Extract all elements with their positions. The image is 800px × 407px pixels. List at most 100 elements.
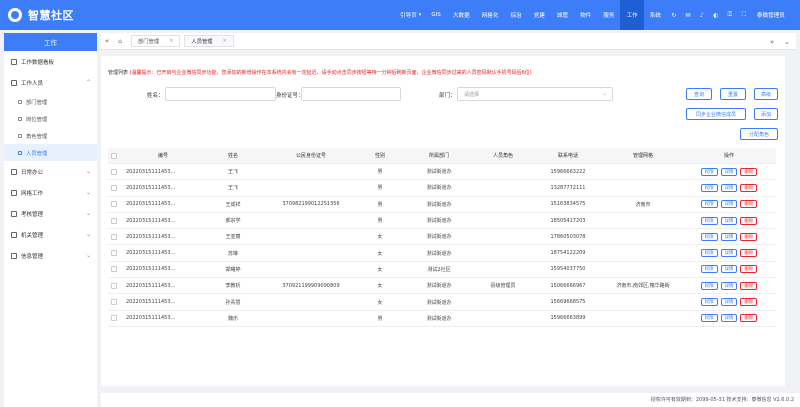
- row-checkbox[interactable]: [108, 201, 120, 208]
- row-checkbox[interactable]: [108, 266, 120, 273]
- permission-button[interactable]: 权限: [700, 232, 718, 241]
- sidebar-item[interactable]: 工作人员 ⌃: [4, 72, 97, 93]
- search-button[interactable]: 查询: [686, 88, 712, 100]
- name-input[interactable]: [165, 87, 276, 101]
- table-row: 20220315111453... 李教析 370921199909090809 女 测…: [108, 278, 776, 295]
- lock-icon[interactable]: ⚿: [723, 0, 737, 30]
- reset-button[interactable]: 重置: [720, 88, 746, 100]
- permission-button[interactable]: 权限: [700, 281, 718, 290]
- delete-button[interactable]: 删除: [740, 200, 758, 209]
- detail-button[interactable]: 详情: [720, 167, 738, 176]
- menu-icon: [11, 252, 17, 259]
- row-checkbox[interactable]: [108, 217, 120, 224]
- table-row: 20220315111453... 郝宗学 男 测试街道办 18505417203 权限详…: [108, 213, 776, 230]
- topnav-item[interactable]: 大数据: [447, 0, 476, 30]
- col-header-sex: 性别: [374, 153, 385, 159]
- row-checkbox[interactable]: [108, 282, 120, 289]
- tabs-menu-icon[interactable]: ⌄: [784, 38, 790, 46]
- permission-button[interactable]: 权限: [700, 216, 718, 225]
- delete-button[interactable]: 删除: [740, 281, 758, 290]
- permission-button[interactable]: 权限: [700, 265, 718, 274]
- fullscreen-icon[interactable]: ⛶: [737, 0, 751, 30]
- cell-dept: 测试街道办: [426, 218, 452, 225]
- detail-button[interactable]: 详情: [720, 183, 738, 192]
- delete-button[interactable]: 删除: [740, 232, 758, 241]
- sidebar-item[interactable]: 日常办公 ⌄: [4, 161, 97, 182]
- permission-button[interactable]: 权限: [700, 314, 718, 323]
- topnav-item[interactable]: 系统: [644, 0, 667, 30]
- col-header-name: 姓名: [227, 153, 238, 159]
- sync-wechat-button[interactable]: 同步企业微信成员: [686, 108, 746, 120]
- user-menu[interactable]: 泰微管理员: [751, 11, 791, 19]
- cell-phone: 15966663899: [550, 315, 586, 322]
- select-all-checkbox[interactable]: [108, 152, 120, 159]
- topnav-item[interactable]: 网格化: [476, 0, 505, 30]
- permission-button[interactable]: 权限: [700, 249, 718, 258]
- permission-button[interactable]: 权限: [700, 167, 718, 176]
- sidebar-item[interactable]: 工作数据看板: [4, 51, 97, 72]
- permission-button[interactable]: 权限: [700, 183, 718, 192]
- sidebar-subitem[interactable]: 岗位管理: [4, 110, 97, 127]
- delete-button[interactable]: 删除: [740, 249, 758, 258]
- topnav-item[interactable]: 党建: [528, 0, 551, 30]
- staff-table: 编号 姓名 公民身份证号 性别 所属部门 人员角色 联系电话 管理网格 操作 2…: [108, 148, 776, 327]
- detail-button[interactable]: 详情: [720, 281, 738, 290]
- row-checkbox[interactable]: [108, 250, 120, 257]
- row-checkbox[interactable]: [108, 315, 120, 322]
- close-icon[interactable]: ×: [223, 38, 227, 44]
- sidebar-subitem[interactable]: 人员管理: [4, 144, 97, 161]
- row-checkbox[interactable]: [108, 233, 120, 240]
- idcard-input[interactable]: [301, 87, 401, 101]
- delete-button[interactable]: 删除: [740, 216, 758, 225]
- detail-button[interactable]: 详情: [720, 314, 738, 323]
- row-checkbox[interactable]: [108, 184, 120, 191]
- delete-button[interactable]: 删除: [740, 314, 758, 323]
- close-icon[interactable]: ×: [169, 38, 173, 44]
- assign-role-button[interactable]: 分配角色: [740, 128, 778, 140]
- message-icon[interactable]: ✉: [681, 0, 695, 30]
- dept-select[interactable]: 请选择 ⌄: [457, 87, 613, 101]
- detail-button[interactable]: 详情: [720, 216, 738, 225]
- topnav-item[interactable]: 物件: [574, 0, 597, 30]
- tabs-scroll-right-icon[interactable]: »: [770, 38, 774, 46]
- detail-button[interactable]: 详情: [720, 298, 738, 307]
- skin-icon[interactable]: ◐: [709, 0, 723, 30]
- topnav-item[interactable]: 服务: [597, 0, 620, 30]
- detail-button[interactable]: 详情: [720, 200, 738, 209]
- detail-button[interactable]: 详情: [720, 232, 738, 241]
- sidebar-item-label: 日常办公: [21, 169, 44, 176]
- permission-button[interactable]: 权限: [700, 298, 718, 307]
- tab-item[interactable]: 部门管理 ×: [131, 35, 181, 47]
- app-logo[interactable]: 智慧社区: [0, 7, 100, 23]
- topnav-item[interactable]: 综治: [504, 0, 527, 30]
- delete-button[interactable]: 删除: [740, 298, 758, 307]
- row-checkbox[interactable]: [108, 299, 120, 306]
- sidebar-item[interactable]: 机关管理 ⌄: [4, 224, 97, 245]
- topnav-item[interactable]: 工作: [620, 0, 644, 30]
- delete-button[interactable]: 删除: [740, 265, 758, 274]
- row-checkbox[interactable]: [108, 168, 120, 175]
- permission-button[interactable]: 权限: [700, 200, 718, 209]
- col-header-dept: 所属部门: [428, 153, 449, 159]
- detail-button[interactable]: 详情: [720, 249, 738, 258]
- sidebar-item[interactable]: 考核管理 ⌄: [4, 203, 97, 224]
- delete-button[interactable]: 删除: [740, 167, 758, 176]
- add-button[interactable]: 添加: [754, 108, 778, 120]
- cell-name: 王成祥: [225, 201, 241, 208]
- delete-button[interactable]: 删除: [740, 183, 758, 192]
- tab-item[interactable]: 人员管理 ×: [184, 35, 234, 47]
- advanced-button[interactable]: 高级: [754, 88, 778, 100]
- sidebar-item[interactable]: 网格工作 ⌄: [4, 182, 97, 203]
- sidebar-subitem[interactable]: 角色管理: [4, 127, 97, 144]
- top-bar: 智慧社区 引导页 ▾ GIS 大数据 网格化 综治 党建 城管 物件 服务 工作 系统 ↻ ✉ ♪ ◐ ⚿ ⛶ 泰微…: [0, 0, 800, 30]
- cell-dept: 测试街道办: [426, 185, 452, 192]
- sidebar-subitem[interactable]: 部门管理: [4, 93, 97, 110]
- topnav-item[interactable]: GIS: [425, 0, 447, 30]
- bell-icon[interactable]: ♪: [695, 0, 709, 30]
- tabs-scroll-left-icon[interactable]: «: [101, 37, 113, 45]
- refresh-icon[interactable]: ↻: [667, 0, 681, 30]
- sidebar-item[interactable]: 信息管理 ⌄: [4, 245, 97, 266]
- topnav-item[interactable]: 城管: [551, 0, 574, 30]
- home-icon[interactable]: ⌂: [113, 38, 127, 45]
- detail-button[interactable]: 详情: [720, 265, 738, 274]
